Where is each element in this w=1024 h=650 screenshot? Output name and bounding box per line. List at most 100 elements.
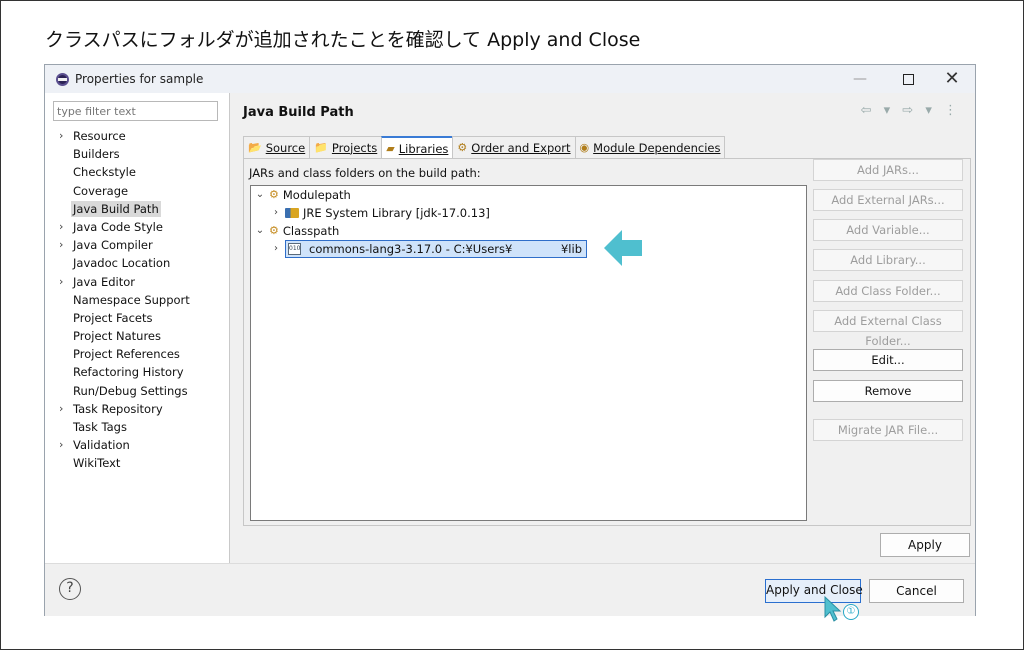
nav-item[interactable]: Run/Debug Settings [45, 382, 230, 400]
nav-item-label: WikiText [73, 456, 121, 471]
nav-item-label: Java Editor [73, 274, 135, 289]
add-jars-button[interactable]: Add JARs... [813, 159, 963, 181]
nav-item[interactable]: Task Tags [45, 418, 230, 436]
nav-item-label: Project References [73, 347, 180, 362]
chevron-right-icon[interactable]: › [59, 436, 63, 454]
nav-item[interactable]: Project Facets [45, 309, 230, 327]
tree-node-label: JRE System Library [jdk-17.0.13] [303, 206, 490, 220]
add-variable-button[interactable]: Add Variable... [813, 219, 963, 241]
tab-source[interactable]: 📂 Source [243, 136, 311, 158]
add-external-class-folder-button[interactable]: Add External Class Folder... [813, 310, 963, 348]
minimize-button[interactable]: — [845, 69, 875, 89]
nav-item-label: Java Code Style [73, 219, 163, 234]
instruction-caption: クラスパスにフォルダが追加されたことを確認して Apply and Close [45, 29, 641, 51]
preference-nav-pane: › Resource Builders Checkstyle Coverage Java … [45, 93, 230, 563]
nav-item[interactable]: › Task Repository [45, 400, 230, 418]
nav-item[interactable]: Project References [45, 345, 230, 363]
nav-item[interactable]: Java Build Path [45, 200, 230, 218]
chevron-right-icon[interactable]: › [59, 273, 63, 291]
tab-label: Libraries [398, 141, 449, 156]
apply-button[interactable]: Apply [880, 533, 970, 557]
tree-node-label: Modulepath [282, 188, 351, 202]
add-external-jars-button[interactable]: Add External JARs... [813, 189, 963, 211]
projects-icon: 📁 [314, 140, 328, 154]
classpath-icon: ⚙ [269, 224, 279, 237]
chevron-down-icon[interactable]: ⌄ [255, 186, 265, 204]
modulepath-icon: ⚙ [269, 188, 279, 201]
jar-icon: 010 [288, 243, 301, 255]
migrate-jar-file-button[interactable]: Migrate JAR File... [813, 419, 963, 441]
library-icon [285, 208, 299, 218]
title-bar: Properties for sample — ✕ [45, 65, 975, 93]
nav-item-label: Validation [73, 438, 130, 453]
nav-item[interactable]: Refactoring History [45, 363, 230, 381]
tab-label: Order and Export [471, 140, 571, 155]
window-title: Properties for sample [75, 72, 204, 86]
tree-node-commons-lang3[interactable]: › 010 commons-lang3-3.17.0 - C:¥Users¥ ¥… [271, 240, 587, 258]
chevron-right-icon[interactable]: › [59, 127, 63, 145]
chevron-right-icon[interactable]: › [59, 218, 63, 236]
nav-item[interactable]: › Java Editor [45, 273, 230, 291]
history-nav-arrows[interactable]: ⇦ ▾ ⇨ ▾ ⋮ [861, 103, 961, 118]
nav-item[interactable]: Checkstyle [45, 163, 230, 181]
libraries-tab-body: JARs and class folders on the build path… [243, 158, 971, 526]
nav-item[interactable]: Namespace Support [45, 291, 230, 309]
build-path-tree[interactable]: ⌄ ⚙ Modulepath › JRE System Library [jdk… [250, 185, 807, 521]
tab-libraries[interactable]: ▰ Libraries [381, 136, 454, 159]
tree-node-classpath[interactable]: ⌄ ⚙ Classpath [255, 222, 339, 240]
preference-page: Java Build Path ⇦ ▾ ⇨ ▾ ⋮ 📂 Source 📁 Projec… [231, 93, 975, 563]
tab-projects[interactable]: 📁 Projects [309, 136, 383, 158]
add-library-button[interactable]: Add Library... [813, 249, 963, 271]
nav-item[interactable]: WikiText [45, 454, 230, 472]
nav-item-label: Builders [73, 147, 120, 162]
chevron-down-icon[interactable]: ⌄ [255, 222, 265, 240]
apply-and-close-button[interactable]: Apply and Close [765, 579, 863, 603]
chevron-right-icon[interactable]: › [271, 240, 281, 258]
tree-node-label-suffix: ¥lib [560, 242, 582, 256]
nav-item-label: Checkstyle [73, 165, 136, 180]
tab-order-and-export[interactable]: ⚙ Order and Export [452, 136, 576, 158]
nav-item-label: Refactoring History [73, 365, 184, 380]
order-export-icon: ⚙ [457, 140, 468, 154]
help-icon[interactable]: ? [59, 578, 81, 600]
nav-item[interactable]: Javadoc Location [45, 254, 230, 272]
selected-tree-entry[interactable]: 010 commons-lang3-3.17.0 - C:¥Users¥ ¥li… [285, 240, 587, 258]
nav-item-label: Coverage [73, 183, 129, 198]
nav-item[interactable]: › Java Compiler [45, 236, 230, 254]
nav-item[interactable]: Coverage [45, 182, 230, 200]
close-button[interactable]: ✕ [937, 69, 967, 89]
cancel-button[interactable]: Cancel [869, 579, 964, 603]
maximize-icon [902, 73, 914, 85]
nav-item-label: Project Natures [73, 329, 161, 344]
remove-button[interactable]: Remove [813, 380, 963, 402]
tab-label: Source [265, 140, 306, 155]
build-path-tabs: 📂 Source 📁 Projects ▰ Libraries ⚙ Order and Exp… [243, 136, 726, 159]
maximize-button[interactable] [893, 69, 923, 89]
nav-item-label: Task Tags [73, 420, 127, 434]
nav-item[interactable]: › Java Code Style [45, 218, 230, 236]
filter-input[interactable] [53, 101, 218, 121]
tree-node-modulepath[interactable]: ⌄ ⚙ Modulepath [255, 186, 351, 204]
module-deps-icon: ◉ [579, 140, 590, 154]
preference-nav-list: › Resource Builders Checkstyle Coverage Java … [45, 127, 230, 473]
tab-label: Module Dependencies [593, 140, 721, 155]
nav-item[interactable]: › Resource [45, 127, 230, 145]
nav-item-label: Java Build Path [71, 200, 161, 217]
tab-label: Projects [331, 140, 378, 155]
nav-item-label: Java Compiler [73, 238, 153, 253]
add-class-folder-button[interactable]: Add Class Folder... [813, 280, 963, 302]
annotation-arrow-icon [604, 230, 642, 266]
tree-node-jre[interactable]: › JRE System Library [jdk-17.0.13] [271, 204, 490, 222]
nav-item[interactable]: Project Natures [45, 327, 230, 345]
nav-item-label: Task Repository [73, 401, 163, 416]
nav-item[interactable]: › Validation [45, 436, 230, 454]
chevron-right-icon[interactable]: › [271, 204, 281, 222]
edit-button[interactable]: Edit... [813, 349, 963, 371]
tab-module-dependencies[interactable]: ◉ Module Dependencies [574, 136, 726, 158]
chevron-right-icon[interactable]: › [59, 400, 63, 418]
nav-item[interactable]: Builders [45, 145, 230, 163]
nav-item-label: Run/Debug Settings [73, 383, 188, 398]
source-folder-icon: 📂 [248, 140, 262, 154]
chevron-right-icon[interactable]: › [59, 236, 63, 254]
nav-item-label: Project Facets [73, 310, 153, 325]
